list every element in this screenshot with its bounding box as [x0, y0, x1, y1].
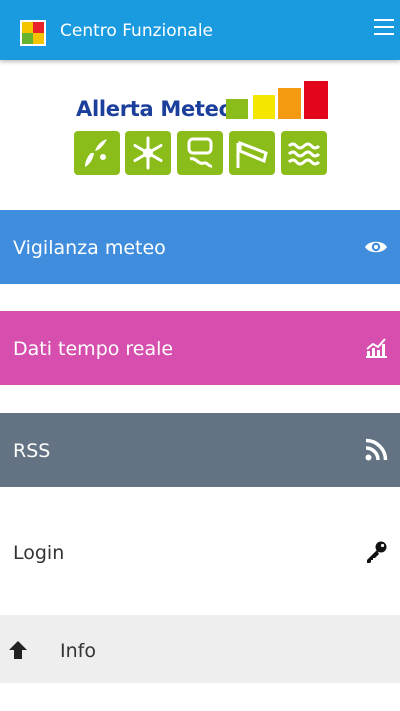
menu-item-label: RSS: [13, 440, 51, 462]
alert-level-red: [304, 81, 328, 119]
chart-icon: [364, 336, 388, 360]
rss-icon: [364, 438, 388, 462]
menu-item-rss[interactable]: RSS: [0, 413, 400, 487]
waves-icon: [281, 131, 327, 175]
ice-road-icon: [177, 131, 223, 175]
menu-item-label: Dati tempo reale: [13, 338, 174, 360]
key-icon: [364, 540, 388, 564]
rain-icon: [74, 131, 120, 175]
alert-level-yellow: [253, 95, 275, 119]
app-title: Centro Funzionale: [60, 21, 214, 41]
allerta-meteo-logo: Allerta Meteo: [70, 78, 332, 180]
info-bar[interactable]: Info: [0, 615, 400, 683]
logo-title: Allerta Meteo: [76, 97, 233, 121]
app-logo-icon: [20, 20, 46, 46]
alert-level-orange: [278, 88, 301, 119]
menu-item-dati-tempo-reale[interactable]: Dati tempo reale: [0, 311, 400, 385]
menu-item-label: Vigilanza meteo: [13, 237, 166, 259]
menu-item-label: Login: [13, 542, 65, 564]
hamburger-menu-icon[interactable]: [372, 16, 396, 40]
menu-item-vigilanza-meteo[interactable]: Vigilanza meteo: [0, 210, 400, 284]
wind-icon: [229, 131, 275, 175]
arrow-up-icon: [7, 639, 29, 661]
alert-level-green: [226, 99, 248, 119]
eye-icon: [364, 235, 388, 259]
info-label: Info: [60, 640, 96, 662]
snow-icon: [125, 131, 171, 175]
menu-item-login[interactable]: Login: [0, 515, 400, 589]
app-header: Centro Funzionale: [0, 0, 400, 60]
